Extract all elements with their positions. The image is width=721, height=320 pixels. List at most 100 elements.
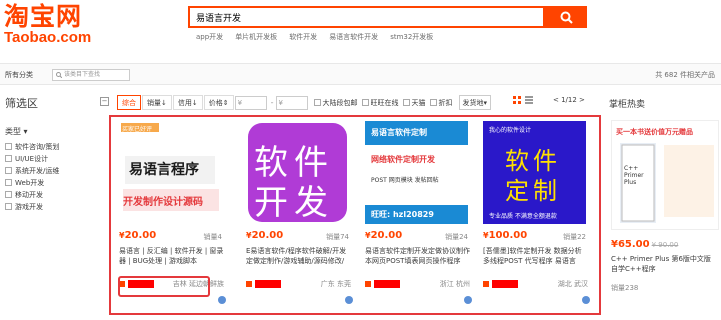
shop-location: 广东 东莞 [320,280,351,288]
type-filter-item[interactable]: Web开发 [5,177,59,188]
redacted-shop-name [374,280,400,288]
product-title[interactable]: 易语言 | 反汇编 | 软件开发 | 窗录器 | BUG处理 | 游戏脚本 [119,246,224,276]
product-title[interactable]: E易语言软件/程序软件破解/开发定做定制作/游戏辅助/源码修改/ [246,246,351,276]
product-sold: 销量22 [563,233,586,241]
hot-word-link[interactable]: 单片机开发板 [235,32,277,42]
shop-location: 湖北 武汉 [557,280,588,288]
type-label: UI/UE设计 [15,154,49,163]
taobao-logo[interactable]: 淘宝网 Taobao.com [4,3,96,47]
type-label: Web开发 [15,178,45,187]
shop-info[interactable]: 浙江 杭州 [365,279,470,289]
search-box[interactable] [188,6,545,28]
list-view-icon[interactable] [525,96,533,104]
product-card[interactable]: 软件 开发 ¥20.00 销量74 E易语言软件/程序软件破解/开发定做定制作/… [241,119,357,309]
pager[interactable]: < 1/12 > [553,96,585,104]
type-filter-item[interactable]: 移动开发 [5,189,59,200]
price-to-input[interactable]: ¥ [275,95,308,110]
product-sold: 销量24 [445,233,468,241]
ship-from-dropdown[interactable]: 发货地 ▾ [458,95,492,110]
checkbox[interactable] [5,179,12,186]
product-image-text: 专业品质 不满意全额退款 [489,213,557,220]
search-input[interactable] [190,8,543,26]
all-categories[interactable]: 所有分类 [5,70,33,80]
checkbox[interactable] [402,99,410,106]
checkbox[interactable] [361,99,369,106]
type-label: 游戏开发 [15,202,43,211]
hot-sold: 销量238 [611,284,639,292]
sort-price[interactable]: 价格 ⇕ [203,95,234,110]
shop-info[interactable]: 湖北 武汉 [483,279,588,289]
checkbox[interactable] [5,143,12,150]
product-title[interactable]: 易语言软件定制开发定做协议制作本网页POST填表网页操作程序 [365,246,470,276]
logo-cn-text: 淘宝网 [4,2,83,31]
hot-product-image[interactable]: 买一本书送价值万元赠品 C++ Primer Plus [611,120,719,230]
shop-info[interactable]: 广东 东莞 [246,279,351,289]
product-image-text: 网络软件定制开发 [371,155,435,164]
checkbox[interactable] [5,203,12,210]
online-check[interactable]: 旺旺在线 [361,98,399,108]
checkbox[interactable] [313,99,321,106]
hot-word-link[interactable]: 易语言软件开发 [329,32,378,42]
check-label: 天猫 [411,98,426,107]
type-filter-item[interactable]: 系统开发/运维 [5,165,59,176]
product-title[interactable]: [吾儒墨]软件定制开发 数据分析 多线程POST 代写程序 易语言 [483,246,588,276]
product-image-text: POST 网页模块 发帖回帖 [371,177,439,184]
product-image-text: 开发 [254,183,334,223]
check-label: 旺旺在线 [370,98,399,107]
sort-sales[interactable]: 销量 ↓ [142,95,172,110]
type-label: 系统开发/运维 [15,166,60,175]
grid-view-icon[interactable] [513,96,521,104]
checkbox[interactable] [5,155,12,162]
product-sold: 销量4 [203,233,222,241]
product-price: ¥100.00 [483,230,528,241]
hot-word-link[interactable]: app开发 [196,32,223,42]
type-filter-item[interactable]: 游戏开发 [5,201,59,212]
sort-default[interactable]: 综合 [117,95,141,110]
hot-word-link[interactable]: 软件开发 [289,32,317,42]
type-filter-item[interactable]: UI/UE设计 [5,153,59,164]
product-image[interactable]: 软件 开发 [246,121,349,224]
product-image[interactable]: 易语言软件定制 网络软件定制开发 POST 网页模块 发帖回帖 旺旺: hzl2… [365,121,468,224]
filter-title: 筛选区 [5,97,38,110]
discount-check[interactable]: 折扣 [429,98,453,108]
wangwang-icon[interactable] [582,296,590,304]
wangwang-icon[interactable] [464,296,472,304]
product-image-text: 我心的软件设计 [489,127,532,134]
price-value: 20.00 [124,230,157,241]
shop-highlight-box [118,276,210,297]
wangwang-icon[interactable] [218,296,226,304]
search-button[interactable] [545,6,587,28]
product-card[interactable]: 易语言软件定制 网络软件定制开发 POST 网页模块 发帖回帖 旺旺: hzl2… [360,119,476,309]
type-filter-title[interactable]: 类型 ▾ [5,126,28,137]
product-price: ¥20.00 [365,230,403,241]
type-filter-item[interactable]: 软件咨询/策划 [5,141,59,152]
product-image[interactable]: 我心的软件设计 软件 定制 专业品质 不满意全额退款 [483,121,586,224]
price-from-input[interactable]: ¥ [234,95,267,110]
checkbox[interactable] [5,167,12,174]
checkbox[interactable] [5,191,12,198]
free-shipping-check[interactable]: 大陆段包邮 [313,98,358,108]
hot-word-link[interactable]: stm32开发板 [390,32,433,42]
tmall-check[interactable]: 天猫 [402,98,426,108]
product-badge: 买家已好评 [122,126,153,133]
wangwang-icon[interactable] [345,296,353,304]
product-image[interactable]: 买家已好评 易语言程序 开发制作设计源码 [119,121,222,224]
hot-product-title[interactable]: C++ Primer Plus 第6版中文版 自学C++程序 [611,254,719,274]
sort-credit[interactable]: 信用 ↓ [172,95,203,110]
logo-en-text: Taobao.com [4,29,92,46]
product-card[interactable]: 我心的软件设计 软件 定制 专业品质 不满意全额退款 ¥100.00 销量22 … [478,119,594,309]
price-value: 20.00 [370,230,403,241]
product-image-text: 易语言软件定制 [371,128,427,137]
product-price: ¥20.00 [246,230,284,241]
product-image-text: 旺旺: hzl20829 [371,210,434,219]
check-label: 折扣 [438,98,453,107]
category-search-input[interactable]: 该类目下查找 [52,69,130,81]
product-sold: 销量74 [326,233,349,241]
type-label: 软件咨询/策划 [15,142,60,151]
category-bar: 所有分类 该类目下查找 共 682 件相关产品 [0,63,721,85]
type-filter-list: 软件咨询/策划 UI/UE设计 系统开发/运维 Web开发 移动开发 游戏开发 [5,141,59,212]
hot-sales-title: 掌柜热卖 [609,100,646,110]
checkbox[interactable] [429,99,437,106]
collapse-button[interactable]: − [100,97,109,106]
product-price: ¥20.00 [119,230,157,241]
